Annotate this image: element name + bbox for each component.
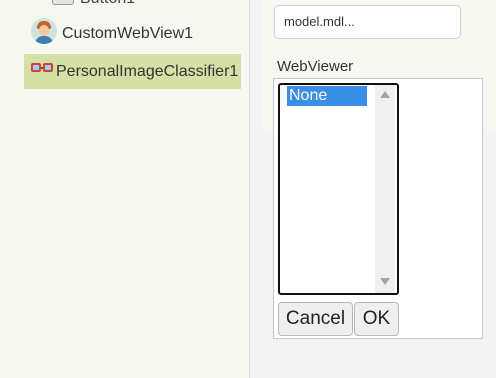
- list-option-none[interactable]: None: [287, 86, 367, 106]
- scroll-down-arrow-icon[interactable]: [380, 278, 390, 285]
- tree-item-label: CustomWebView1: [62, 25, 194, 42]
- pane-divider[interactable]: [249, 0, 250, 378]
- tree-item-button1[interactable]: Button1: [52, 0, 135, 8]
- listbox-scrollbar[interactable]: [375, 85, 395, 293]
- model-property-field[interactable]: model.mdl...: [274, 5, 461, 39]
- webviewer-property-label: WebViewer: [277, 58, 354, 75]
- custom-webview-icon: [31, 18, 57, 44]
- tree-item-personalimageclassifier1[interactable]: PersonalImageClassifier1: [24, 54, 241, 89]
- component-listbox[interactable]: None: [278, 83, 399, 295]
- cancel-button[interactable]: Cancel: [278, 302, 353, 336]
- ok-button[interactable]: OK: [354, 302, 399, 336]
- button-icon: [52, 0, 74, 5]
- designer-view: Button1 CustomWebView1 PersonalImageClas…: [0, 0, 496, 378]
- tree-item-customwebview1[interactable]: CustomWebView1: [31, 16, 193, 52]
- glasses-icon: [31, 63, 53, 73]
- scroll-up-arrow-icon[interactable]: [380, 91, 390, 98]
- tree-item-label: Button1: [80, 0, 135, 8]
- tree-item-label: PersonalImageClassifier1: [56, 62, 239, 80]
